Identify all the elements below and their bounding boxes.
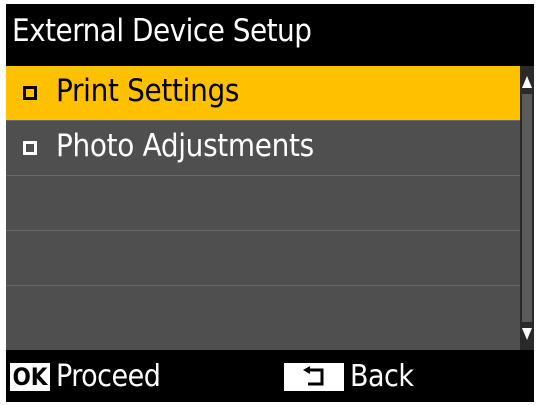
title-bar: External Device Setup [6, 4, 534, 66]
menu-row-empty [6, 231, 520, 286]
ok-key-icon: OK [10, 363, 50, 391]
scroll-up-arrow-icon [522, 76, 532, 88]
scroll-down-arrow-icon [522, 328, 532, 340]
button-hint-bar: OK Proceed Back [6, 350, 534, 402]
return-arrow-icon [303, 366, 324, 386]
menu-list: Print Settings Photo Adjustments [6, 66, 520, 350]
back-key-icon [284, 363, 344, 391]
scroll-track [522, 94, 532, 322]
menu-item-print-settings[interactable]: Print Settings [6, 66, 520, 121]
menu-row-empty [6, 176, 520, 231]
scrollbar[interactable] [520, 66, 534, 350]
proceed-hint: Proceed [56, 359, 161, 394]
page-title: External Device Setup [12, 13, 312, 49]
menu-item-photo-adjustments[interactable]: Photo Adjustments [6, 121, 520, 176]
menu-item-label: Photo Adjustments [56, 128, 314, 164]
menu-row-empty [6, 286, 520, 341]
back-hint: Back [350, 359, 414, 394]
bullet-icon [23, 141, 37, 155]
menu-item-label: Print Settings [56, 73, 240, 109]
lcd-screen: External Device Setup Print Settings Pho… [6, 4, 534, 402]
bullet-icon [23, 86, 37, 100]
